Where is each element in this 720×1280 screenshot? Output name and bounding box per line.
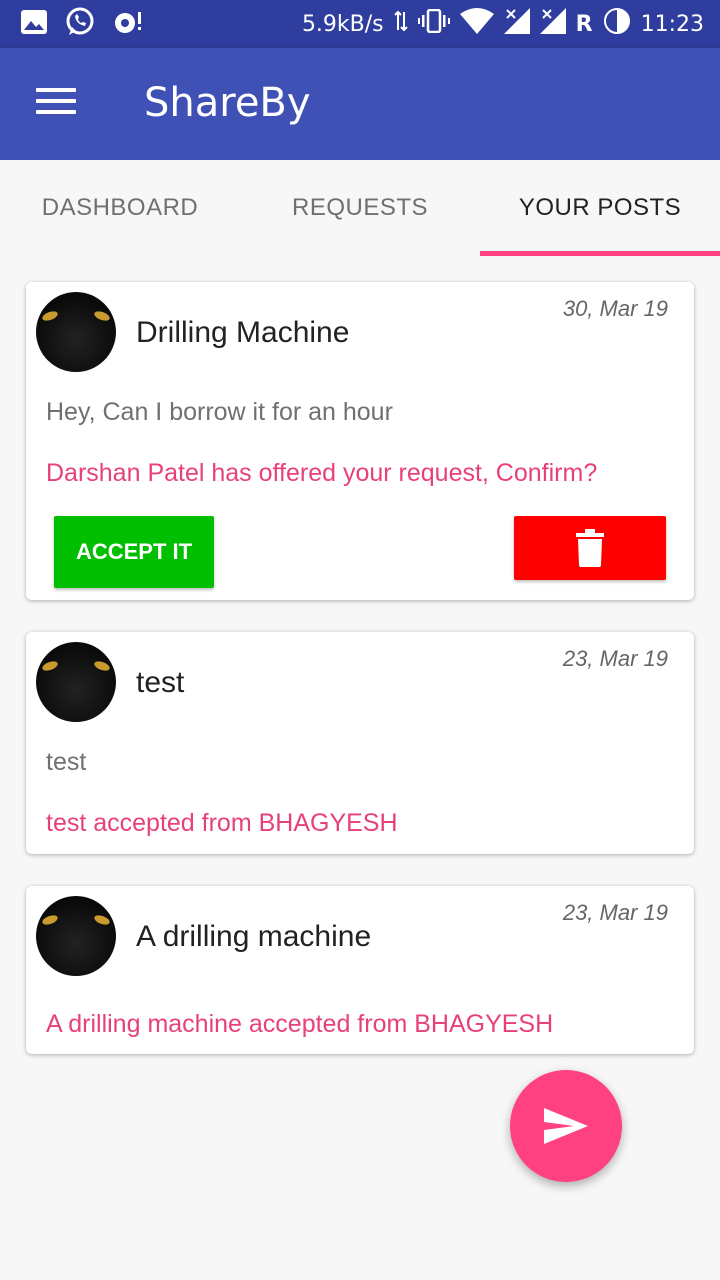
image-icon (20, 9, 48, 40)
vibrate-icon (417, 8, 450, 39)
accept-button[interactable]: ACCEPT IT (54, 516, 214, 588)
wifi-icon (459, 8, 494, 40)
post-card[interactable]: test 23, Mar 19 test test accepted from … (26, 632, 694, 854)
tab-requests[interactable]: REQUESTS (240, 160, 480, 256)
status-bar: 5.9kB/s R 11:23 (0, 0, 720, 48)
signal-icon (503, 8, 530, 40)
app-bar: ShareBy (0, 48, 720, 160)
carrier-label: R (575, 11, 593, 37)
trash-icon (576, 529, 604, 567)
post-status: Darshan Patel has offered your request, … (46, 459, 598, 487)
clock: 11:23 (640, 11, 704, 37)
signal-icon (539, 8, 566, 40)
battery-icon (603, 7, 631, 41)
post-status: test accepted from BHAGYESH (46, 809, 398, 837)
tab-your-posts[interactable]: YOUR POSTS (480, 160, 720, 256)
post-message: Hey, Can I borrow it for an hour (46, 398, 393, 426)
avatar (36, 896, 116, 976)
tab-dashboard[interactable]: DASHBOARD (0, 160, 240, 256)
post-title: test (136, 666, 185, 699)
app-title: ShareBy (144, 80, 311, 126)
network-speed: 5.9kB/s (301, 11, 384, 37)
delete-button[interactable] (514, 516, 666, 580)
sync-icon (112, 8, 144, 41)
post-date: 23, Mar 19 (562, 646, 668, 671)
post-status: A drilling machine accepted from BHAGYES… (46, 1010, 554, 1038)
whatsapp-icon (64, 6, 96, 43)
send-fab-button[interactable] (510, 1070, 622, 1182)
post-card[interactable]: A drilling machine 23, Mar 19 A drilling… (26, 886, 694, 1054)
post-date: 23, Mar 19 (562, 900, 668, 925)
avatar (36, 292, 116, 372)
send-icon (544, 1108, 588, 1144)
data-arrows-icon (393, 10, 408, 38)
post-card[interactable]: Drilling Machine 30, Mar 19 Hey, Can I b… (26, 282, 694, 600)
tab-bar: DASHBOARD REQUESTS YOUR POSTS (0, 160, 720, 256)
hamburger-menu-icon[interactable] (36, 88, 76, 120)
tab-indicator (480, 251, 720, 256)
post-date: 30, Mar 19 (562, 296, 668, 321)
avatar (36, 642, 116, 722)
post-message: test (46, 748, 87, 776)
post-title: A drilling machine (136, 920, 372, 953)
post-title: Drilling Machine (136, 316, 350, 349)
